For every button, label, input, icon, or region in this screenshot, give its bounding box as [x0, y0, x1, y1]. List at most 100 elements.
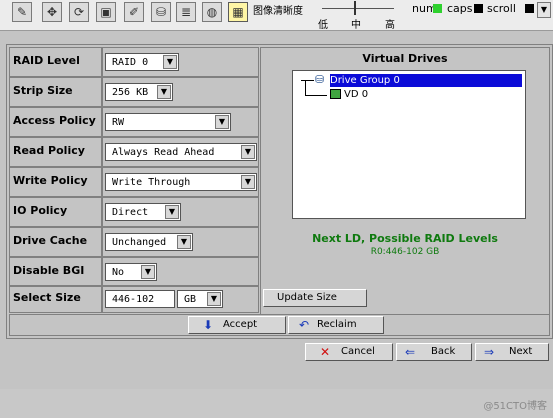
window-icon[interactable]: ▣: [96, 2, 116, 22]
disk-icon[interactable]: ⛁: [151, 2, 171, 22]
undo-icon: ↶: [299, 318, 310, 332]
tree-item-label: Drive Group 0: [330, 75, 400, 86]
disable-bgi-value-cell: No ▼: [102, 257, 259, 286]
select-size-label: Select Size: [13, 291, 81, 304]
disable-bgi-select[interactable]: No ▼: [105, 263, 157, 281]
globe-icon[interactable]: ◍: [202, 2, 222, 22]
drive-cache-value: Unchanged: [112, 237, 167, 248]
select-size-value-cell: 446-102 GB ▼: [102, 286, 259, 313]
strip-size-value: 256 KB: [112, 87, 149, 98]
chevron-down-icon[interactable]: ▼: [157, 85, 171, 99]
drive-group-icon: ⛁: [315, 73, 325, 86]
accept-button[interactable]: ⬇ Accept: [188, 316, 286, 334]
raid-level-label: RAID Level: [13, 54, 80, 67]
image-quality-slider[interactable]: [322, 8, 394, 9]
update-size-label: Update Size: [277, 292, 337, 303]
arrow-right-icon: ⇒: [484, 345, 495, 359]
raid-level-select[interactable]: RAID 0 ▼: [105, 53, 179, 71]
chevron-down-icon[interactable]: ▼: [177, 235, 191, 249]
disable-bgi-value: No: [112, 267, 125, 278]
reclaim-label: Reclaim: [317, 319, 357, 330]
next-ld-heading: Next LD, Possible RAID Levels: [312, 232, 498, 245]
toolbar-menu-button[interactable]: ▼: [537, 2, 551, 18]
virtual-drive-icon: [330, 89, 341, 99]
raid-level-label-cell: RAID Level: [9, 47, 102, 77]
chevron-down-icon[interactable]: ▼: [241, 175, 255, 189]
tree-item-drive-group-0[interactable]: Drive Group 0: [330, 74, 522, 87]
close-icon: ✕: [320, 345, 331, 359]
drive-cache-select[interactable]: Unchanged ▼: [105, 233, 193, 251]
next-label: Next: [509, 346, 533, 357]
drive-cache-label: Drive Cache: [13, 234, 88, 247]
back-button[interactable]: ⇐ Back: [396, 343, 472, 361]
create-vd-panel: RAID Level RAID 0 ▼ Strip Size 256 KB ▼ …: [6, 44, 553, 339]
strip-size-label: Strip Size: [13, 84, 73, 97]
image-quality-label: 图像清晰度: [253, 6, 303, 17]
write-policy-label-cell: Write Policy: [9, 167, 102, 197]
caps-lock-label: caps: [447, 2, 473, 15]
draw-icon[interactable]: ✐: [124, 2, 144, 22]
io-policy-select[interactable]: Direct ▼: [105, 203, 181, 221]
io-policy-label: IO Policy: [13, 204, 68, 217]
drive-cache-value-cell: Unchanged ▼: [102, 227, 259, 257]
next-button[interactable]: ⇒ Next: [475, 343, 549, 361]
image-quality-icon[interactable]: ▦: [228, 2, 248, 22]
toolbar: ✎ ✥ ⟳ ▣ ✐ ⛁ ≣ ◍ ▦ 图像清晰度 低 中 高 num caps s…: [0, 0, 553, 31]
chevron-down-icon[interactable]: ▼: [207, 292, 221, 306]
raid-level-value-cell: RAID 0 ▼: [102, 47, 259, 77]
access-policy-label: Access Policy: [13, 114, 96, 127]
strip-size-select[interactable]: 256 KB ▼: [105, 83, 173, 101]
chevron-down-icon[interactable]: ▼: [163, 55, 177, 69]
virtual-drives-title: Virtual Drives: [362, 52, 448, 65]
chevron-down-icon[interactable]: ▼: [165, 205, 179, 219]
write-policy-select[interactable]: Write Through ▼: [105, 173, 257, 191]
chevron-down-icon[interactable]: ▼: [215, 115, 229, 129]
chevron-down-icon[interactable]: ▼: [141, 265, 155, 279]
tree-connector: [305, 95, 327, 96]
stack-icon[interactable]: ≣: [176, 2, 196, 22]
tree-connector: [305, 80, 306, 96]
disable-bgi-label-cell: Disable BGI: [9, 257, 102, 286]
write-policy-value: Write Through: [112, 177, 191, 188]
io-policy-value: Direct: [112, 207, 149, 218]
access-policy-value-cell: RW ▼: [102, 107, 259, 137]
size-unit-select[interactable]: GB ▼: [177, 290, 223, 308]
chevron-down-icon[interactable]: ▼: [241, 145, 255, 159]
strip-size-label-cell: Strip Size: [9, 77, 102, 107]
back-label: Back: [431, 346, 456, 357]
refresh-icon[interactable]: ⟳: [69, 2, 89, 22]
arrow-down-icon: ⬇: [203, 318, 214, 332]
read-policy-label: Read Policy: [13, 144, 85, 157]
virtual-drives-tree[interactable]: ⛁ Drive Group 0 VD 0: [292, 70, 526, 219]
drive-cache-label-cell: Drive Cache: [9, 227, 102, 257]
cancel-button[interactable]: ✕ Cancel: [305, 343, 393, 361]
access-policy-value: RW: [112, 117, 125, 128]
update-size-button[interactable]: Update Size: [263, 289, 367, 307]
write-policy-label: Write Policy: [13, 174, 88, 187]
status-bar: @51CTO博客: [0, 389, 553, 418]
raid-level-value: RAID 0: [112, 57, 149, 68]
caps-lock-indicator: [474, 4, 483, 13]
io-policy-label-cell: IO Policy: [9, 197, 102, 227]
pin-icon[interactable]: ✎: [12, 2, 32, 22]
move-icon[interactable]: ✥: [42, 2, 62, 22]
tree-item-vd-0[interactable]: VD 0: [344, 88, 368, 101]
select-size-input[interactable]: 446-102: [105, 290, 175, 308]
select-size-label-cell: Select Size: [9, 286, 102, 313]
read-policy-select[interactable]: Always Read Ahead ▼: [105, 143, 257, 161]
accept-label: Accept: [223, 319, 258, 330]
virtual-drives-panel: Virtual Drives ⛁ Drive Group 0 VD 0 Next…: [260, 47, 550, 326]
image-quality-slider-thumb[interactable]: [354, 1, 356, 15]
read-policy-value: Always Read Ahead: [112, 147, 215, 158]
disable-bgi-label: Disable BGI: [13, 264, 85, 277]
write-policy-value-cell: Write Through ▼: [102, 167, 259, 197]
arrow-left-icon: ⇐: [405, 345, 416, 359]
reclaim-button[interactable]: ↶ Reclaim: [288, 316, 384, 334]
select-size-value: 446-102: [112, 294, 155, 305]
read-policy-label-cell: Read Policy: [9, 137, 102, 167]
io-policy-value-cell: Direct ▼: [102, 197, 259, 227]
quality-mid-label: 中: [351, 20, 361, 31]
next-ld-raid-levels: R0:446-102 GB: [370, 247, 440, 257]
scroll-lock-label: scroll: [487, 2, 516, 15]
access-policy-select[interactable]: RW ▼: [105, 113, 231, 131]
